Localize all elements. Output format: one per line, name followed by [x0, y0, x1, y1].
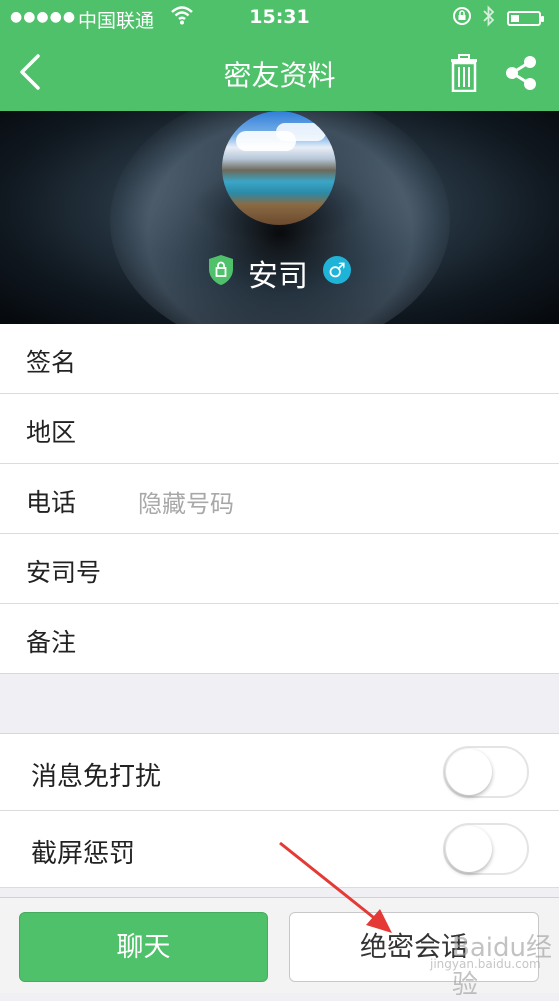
rotation-lock-icon	[452, 6, 472, 31]
info-row-region[interactable]: 地区	[0, 394, 559, 464]
annotation-arrow-icon	[279, 841, 392, 933]
info-row-signature[interactable]: 签名	[0, 324, 559, 394]
setting-label: 截屏惩罚	[31, 839, 136, 869]
info-label: 地区	[26, 418, 77, 447]
do-not-disturb-toggle[interactable]	[443, 746, 529, 798]
setting-label: 消息免打扰	[31, 762, 162, 792]
trash-icon	[451, 54, 477, 93]
avatar[interactable]	[222, 111, 336, 225]
profile-info-list: 签名 地区 电话 隐藏号码 安司号 备注	[0, 324, 559, 674]
shield-lock-icon	[207, 254, 235, 286]
info-row-remark[interactable]: 备注	[0, 604, 559, 674]
delete-button[interactable]	[449, 54, 479, 93]
status-bar: ●●●●● 中国联通 15:31	[0, 0, 559, 36]
baidu-watermark: Baidu经验 jingyan.baidu.com	[430, 925, 555, 1000]
profile-name-row: 安司 ♂	[0, 251, 559, 294]
bluetooth-icon	[482, 5, 496, 32]
info-label: 安司号	[26, 558, 102, 587]
nickname: 安司	[248, 259, 308, 294]
info-row-account-id[interactable]: 安司号	[0, 534, 559, 604]
info-value: 隐藏号码	[138, 490, 234, 518]
battery-icon	[507, 11, 544, 26]
info-label: 电话	[26, 488, 77, 517]
chat-button[interactable]: 聊天	[19, 912, 268, 982]
screenshot-penalty-toggle[interactable]	[443, 823, 529, 875]
share-button[interactable]	[503, 54, 539, 92]
setting-row-do-not-disturb: 消息免打扰	[0, 734, 559, 811]
profile-header: 安司 ♂	[0, 111, 559, 324]
nav-bar: 密友资料	[0, 36, 559, 111]
info-row-phone[interactable]: 电话 隐藏号码	[0, 464, 559, 534]
male-gender-icon: ♂	[323, 256, 351, 284]
info-label: 备注	[26, 628, 77, 657]
share-icon	[506, 56, 536, 90]
watermark-url: jingyan.baidu.com	[430, 957, 541, 971]
clock: 15:31	[249, 6, 310, 28]
info-label: 签名	[26, 348, 77, 377]
